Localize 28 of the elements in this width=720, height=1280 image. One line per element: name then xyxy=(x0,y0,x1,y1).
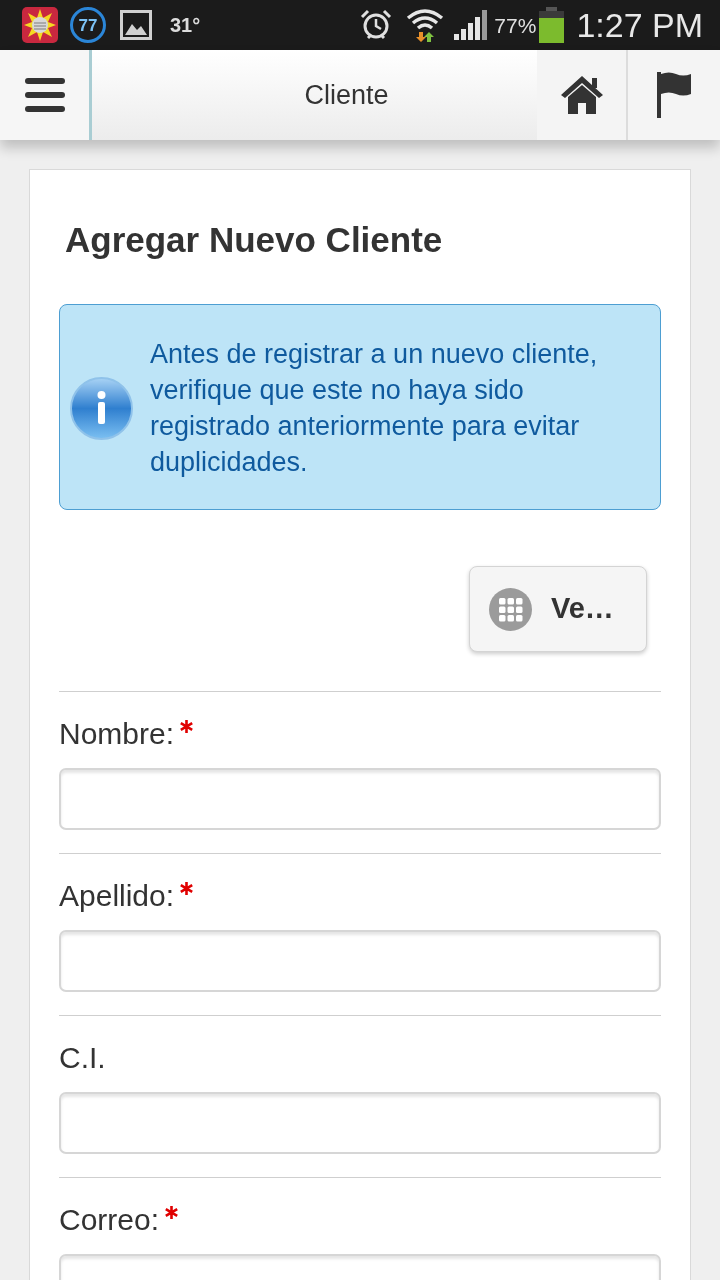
text-input[interactable] xyxy=(59,768,661,830)
clock-time: 1:27 PM xyxy=(576,8,703,42)
battery-percent: 77% xyxy=(494,14,537,36)
field-label: Apellido: xyxy=(59,878,175,914)
grid-icon xyxy=(489,587,532,631)
image-icon xyxy=(120,10,152,40)
grid-menu-button[interactable]: Ve… xyxy=(469,566,647,652)
notification-count-ring: 77 xyxy=(70,7,106,43)
flag-icon xyxy=(657,72,691,118)
home-icon xyxy=(560,76,603,114)
starburst-app-icon xyxy=(22,7,58,43)
alarm-clock-icon xyxy=(360,9,393,41)
page-title: Cliente xyxy=(304,78,389,112)
wifi-icon xyxy=(406,8,445,42)
temperature-text: 31° xyxy=(170,15,201,35)
menu-button[interactable] xyxy=(0,50,92,140)
text-input[interactable] xyxy=(59,1092,661,1154)
info-icon xyxy=(70,376,133,440)
flag-button[interactable] xyxy=(628,50,720,140)
home-button[interactable] xyxy=(537,50,628,140)
field-label: Nombre: xyxy=(59,716,175,752)
text-input[interactable] xyxy=(59,930,661,992)
field-label: C.I. xyxy=(59,1040,106,1076)
menu-icon xyxy=(24,78,65,112)
form-heading: Agregar Nuevo Cliente xyxy=(64,219,444,261)
battery-icon xyxy=(539,7,565,43)
field-label: Correo: xyxy=(59,1202,160,1238)
info-message: Antes de registrar a un nuevo cliente, verifique que este no haya sido registrado anteriormente para evitar duplicidades. xyxy=(150,338,599,479)
